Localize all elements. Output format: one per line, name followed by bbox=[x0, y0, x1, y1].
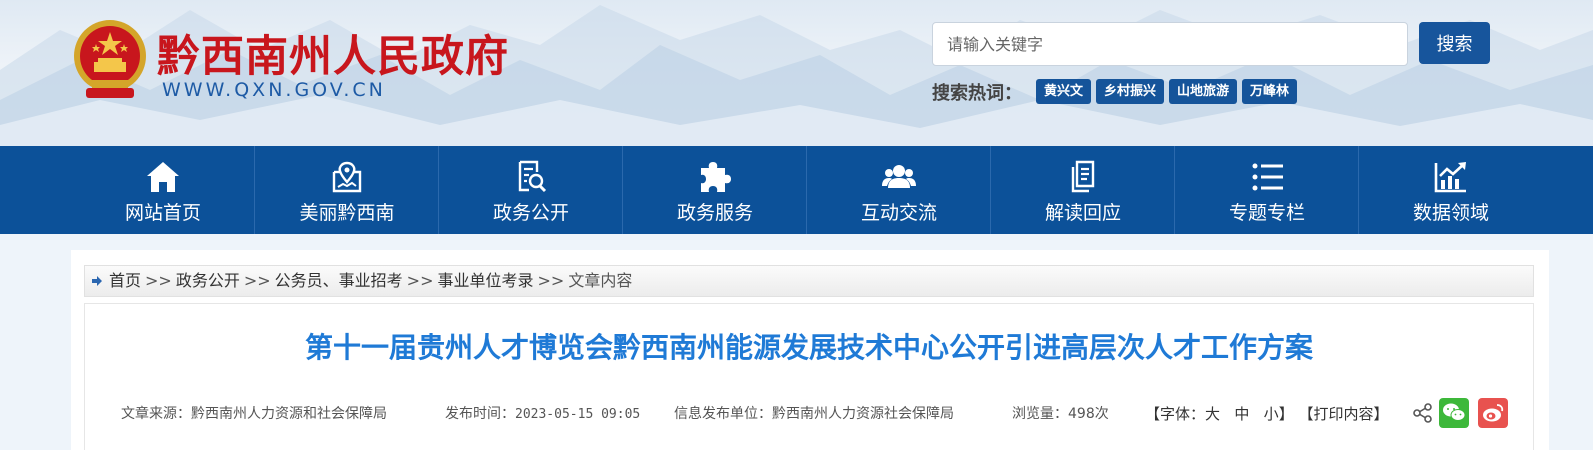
hot-tag-wanfenglin[interactable]: 万峰林 bbox=[1242, 79, 1298, 104]
wechat-icon bbox=[1443, 403, 1466, 421]
nav-item-interaction[interactable]: 互动交流 bbox=[807, 146, 991, 234]
national-emblem-logo bbox=[74, 20, 146, 98]
nav-label: 政务公开 bbox=[492, 202, 569, 224]
map-pin-icon bbox=[332, 161, 362, 193]
source-value: 黔西南州人力资源和社会保障局 bbox=[191, 406, 387, 422]
share-icon[interactable] bbox=[1412, 402, 1434, 424]
breadcrumb-separator: >> bbox=[145, 271, 172, 290]
nav-label: 美丽黔西南 bbox=[299, 202, 395, 224]
breadcrumb-separator: >> bbox=[537, 271, 565, 290]
nav-item-beautiful-qianxinan[interactable]: 美丽黔西南 bbox=[255, 146, 439, 234]
views-label: 浏览量： bbox=[1012, 406, 1068, 422]
puzzle-icon bbox=[701, 162, 731, 192]
nav-item-interpretation[interactable]: 解读回应 bbox=[991, 146, 1175, 234]
arrow-right-icon bbox=[92, 276, 102, 286]
nav-item-government-services[interactable]: 政务服务 bbox=[623, 146, 807, 234]
site-title: 黔西南州人民政府 bbox=[157, 32, 509, 82]
article-publisher: 信息发布单位：黔西南州人力资源社会保障局 bbox=[674, 403, 954, 423]
users-icon bbox=[882, 165, 916, 188]
nav-label: 网站首页 bbox=[124, 202, 201, 224]
publisher-value: 黔西南州人力资源社会保障局 bbox=[772, 406, 954, 422]
hot-keywords-list: 黄兴文 乡村振兴 山地旅游 万峰林 bbox=[1036, 79, 1298, 104]
site-header: 黔西南州人民政府 WWW.QXN.GOV.CN 搜索 搜索热词： 黄兴文 乡村振… bbox=[0, 0, 1593, 146]
breadcrumb-current: 文章内容 bbox=[568, 271, 633, 290]
article-source: 文章来源：黔西南州人力资源和社会保障局 bbox=[121, 403, 387, 423]
hot-keywords-label: 搜索热词： bbox=[932, 83, 1022, 104]
weibo-share-button[interactable] bbox=[1478, 398, 1508, 428]
search-input[interactable] bbox=[932, 22, 1408, 66]
breadcrumb-separator: >> bbox=[406, 271, 434, 290]
chart-icon bbox=[1434, 162, 1466, 193]
nav-item-government-affairs-open[interactable]: 政务公开 bbox=[439, 146, 623, 234]
time-value: 2023-05-15 09:05 bbox=[515, 407, 641, 422]
hot-tag-rural-revitalization[interactable]: 乡村振兴 bbox=[1096, 79, 1165, 104]
breadcrumb: 首页 >> 政务公开 >> 公务员、事业招考 >> 事业单位考录 >> 文章内容 bbox=[84, 265, 1534, 297]
nav-item-home[interactable]: 网站首页 bbox=[71, 146, 255, 234]
views-value: 498次 bbox=[1068, 406, 1109, 422]
breadcrumb-public-institution-recruitment[interactable]: 事业单位考录 bbox=[437, 271, 533, 290]
font-size-medium[interactable]: 中 bbox=[1234, 405, 1249, 423]
hot-tag-huangxingwen[interactable]: 黄兴文 bbox=[1036, 79, 1092, 104]
article-publish-time: 发布时间：2023-05-15 09:05 bbox=[445, 403, 640, 423]
breadcrumb-home[interactable]: 首页 bbox=[109, 271, 141, 290]
breadcrumb-civil-service-recruitment[interactable]: 公务员、事业招考 bbox=[275, 271, 403, 290]
time-label: 发布时间： bbox=[445, 406, 515, 422]
article-title: 第十一届贵州人才博览会黔西南州能源发展技术中心公开引进高层次人才工作方案 bbox=[304, 331, 1313, 364]
article-views: 浏览量：498次 bbox=[1012, 403, 1109, 423]
search-button[interactable]: 搜索 bbox=[1419, 22, 1490, 64]
font-size-prefix: 【字体： bbox=[1145, 405, 1206, 423]
nav-label: 专题专栏 bbox=[1228, 202, 1305, 224]
list-icon bbox=[1252, 163, 1283, 191]
nav-item-data-domain[interactable]: 数据领域 bbox=[1359, 146, 1543, 234]
nav-label: 政务服务 bbox=[676, 202, 753, 224]
breadcrumb-government-affairs-open[interactable]: 政务公开 bbox=[176, 271, 240, 290]
font-size-large[interactable]: 大 bbox=[1205, 405, 1220, 423]
home-icon bbox=[147, 162, 179, 192]
print-button[interactable]: 【打印内容】 bbox=[1298, 405, 1388, 423]
weibo-icon bbox=[1483, 404, 1504, 422]
hot-tag-mountain-tourism[interactable]: 山地旅游 bbox=[1169, 79, 1238, 104]
font-size-small[interactable]: 小 bbox=[1264, 405, 1279, 423]
document-search-icon bbox=[518, 160, 547, 193]
nav-label: 互动交流 bbox=[860, 202, 937, 224]
wechat-share-button[interactable] bbox=[1439, 398, 1469, 428]
source-label: 文章来源： bbox=[121, 406, 191, 422]
clipboard-icon bbox=[1071, 160, 1095, 193]
publisher-label: 信息发布单位： bbox=[674, 406, 772, 422]
font-size-suffix: 】 bbox=[1278, 405, 1294, 423]
nav-label: 解读回应 bbox=[1044, 202, 1121, 224]
main-nav: 网站首页 美丽黔西南 政务公开 政务服务 互动交流 解读回应 专题专栏 数据领域 bbox=[0, 146, 1593, 234]
nav-label: 数据领域 bbox=[1412, 202, 1489, 224]
breadcrumb-separator: >> bbox=[243, 271, 271, 290]
article-tools: 【字体：大 中 小】 【打印内容】 bbox=[1145, 403, 1389, 424]
nav-item-special-topics[interactable]: 专题专栏 bbox=[1175, 146, 1359, 234]
site-url: WWW.QXN.GOV.CN bbox=[162, 79, 386, 101]
